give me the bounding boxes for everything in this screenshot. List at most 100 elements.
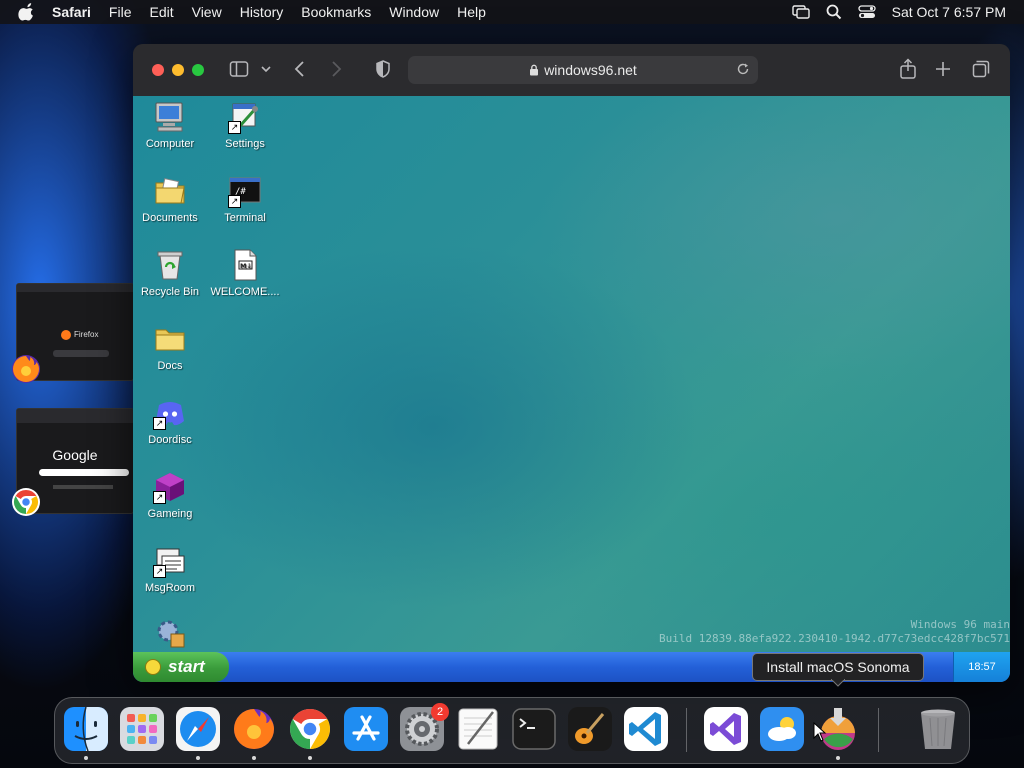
shortcut-arrow-icon: ↗ (153, 565, 166, 578)
menu-window[interactable]: Window (389, 4, 439, 20)
vscode-icon (624, 707, 668, 751)
back-icon[interactable] (293, 59, 307, 79)
garageband-guitar-icon (568, 707, 612, 751)
desktop-icon-label: Terminal (224, 212, 266, 224)
desktop-icon-msgroom[interactable]: ↗ MsgRoom (133, 544, 208, 594)
minimize-window-button[interactable] (172, 64, 184, 76)
start-button[interactable]: start (133, 652, 229, 682)
zoom-window-button[interactable] (192, 64, 204, 76)
share-icon[interactable] (899, 58, 917, 80)
build-line-1: Windows 96 main (910, 618, 1010, 631)
desktop-icon-label: Recycle Bin (140, 286, 200, 298)
safari-icon (176, 707, 220, 751)
app-store-icon (344, 707, 388, 751)
menu-app-name[interactable]: Safari (52, 4, 91, 20)
dock-finder[interactable] (63, 706, 109, 752)
close-window-button[interactable] (152, 64, 164, 76)
start-label: start (168, 657, 205, 676)
menu-clock[interactable]: Sat Oct 7 6:57 PM (892, 4, 1006, 20)
tab-overview-icon[interactable] (972, 60, 990, 78)
spotlight-search-icon[interactable] (826, 4, 842, 20)
dock-trash[interactable] (915, 706, 961, 752)
shortcut-arrow-icon: ↗ (153, 417, 166, 430)
chrome-app-icon[interactable] (11, 487, 41, 517)
desktop-icon-computer[interactable]: Computer (133, 100, 208, 150)
chrome-icon (290, 709, 330, 749)
shortcut-arrow-icon: ↗ (228, 121, 241, 134)
smiley-icon (145, 659, 161, 675)
dock-visual-studio[interactable] (703, 706, 749, 752)
dock-separator (878, 708, 879, 752)
menu-edit[interactable]: Edit (149, 4, 173, 20)
desktop-icon-terminal[interactable]: /# ↗ Terminal (207, 174, 283, 224)
weather-icon (760, 707, 804, 751)
firefox-thumb-label: Firefox (74, 330, 99, 339)
privacy-shield-icon[interactable] (375, 59, 391, 79)
menu-file[interactable]: File (109, 4, 132, 20)
dock-garageband[interactable] (567, 706, 613, 752)
dock: 2 (54, 697, 970, 764)
dock-terminal[interactable] (511, 706, 557, 752)
firefox-mini-icon (61, 330, 71, 340)
desktop-icon-documents[interactable]: Documents (133, 174, 208, 224)
sidebar-icon[interactable] (229, 59, 249, 79)
terminal-app-icon (512, 708, 556, 750)
notification-badge: 2 (431, 703, 449, 721)
build-watermark: Windows 96 main Build 12839.88efa922.230… (659, 618, 1010, 646)
desktop-icon-recycle-bin[interactable]: Recycle Bin (133, 248, 208, 298)
settings-gear-app-icon (157, 620, 185, 648)
markdown-file-icon: M↓ (234, 249, 257, 281)
desktop-icon-label: Doordisc (148, 434, 192, 446)
control-center-icon[interactable] (857, 5, 876, 19)
screen-mirroring-icon[interactable] (791, 5, 810, 19)
tooltip-arrow (831, 679, 845, 687)
menu-history[interactable]: History (240, 4, 284, 20)
desktop-icon-partial[interactable] (133, 616, 208, 654)
new-tab-icon[interactable] (935, 61, 951, 77)
menu-view[interactable]: View (192, 4, 222, 20)
dock-launchpad[interactable] (119, 706, 165, 752)
address-bar[interactable]: windows96.net (408, 56, 758, 84)
running-indicator (308, 756, 312, 760)
menu-help[interactable]: Help (457, 4, 486, 20)
dock-firefox[interactable] (231, 706, 277, 752)
apple-icon[interactable] (18, 3, 36, 21)
dock-app-store[interactable] (343, 706, 389, 752)
chevron-down-icon[interactable] (261, 65, 271, 73)
taskbar-clock[interactable]: 18:57 (953, 652, 1010, 682)
lock-icon (530, 64, 539, 76)
dock-weather[interactable] (759, 706, 805, 752)
computer-icon (155, 102, 183, 132)
desktop-icon-label: MsgRoom (144, 582, 196, 594)
running-indicator (252, 756, 256, 760)
desktop-icon-gameing[interactable]: ↗ Gameing (133, 470, 208, 520)
dock-chrome[interactable] (287, 706, 333, 752)
desktop-icon-label: Gameing (147, 508, 193, 520)
dock-safari[interactable] (175, 706, 221, 752)
firefox-app-icon[interactable] (11, 354, 41, 384)
recycle-bin-icon (157, 251, 183, 280)
shortcut-arrow-icon: ↗ (228, 195, 241, 208)
textedit-icon (458, 708, 498, 750)
desktop-icon-doordisc[interactable]: ↗ Doordisc (133, 396, 208, 446)
windows96-desktop: Computer Documents Recycle Bin Docs ↗ Do… (133, 96, 1010, 682)
desktop-icon-label: Settings (225, 138, 265, 150)
reload-icon[interactable] (736, 62, 750, 76)
desktop-icon-docs[interactable]: Docs (133, 322, 208, 372)
url-text: windows96.net (544, 62, 637, 78)
desktop-icon-label: Documents (142, 212, 198, 224)
menu-bar: Safari File Edit View History Bookmarks … (0, 0, 1024, 24)
safari-window: windows96.net Computer Documents Recycle… (133, 44, 1010, 682)
trash-icon (921, 709, 955, 749)
desktop-icon-welcome[interactable]: M↓ WELCOME.... (207, 248, 283, 298)
forward-icon[interactable] (329, 59, 343, 79)
visual-studio-icon (704, 707, 748, 751)
shortcut-arrow-icon: ↗ (153, 491, 166, 504)
menu-bookmarks[interactable]: Bookmarks (301, 4, 371, 20)
running-indicator (84, 756, 88, 760)
desktop-icon-label: WELCOME.... (210, 286, 280, 298)
desktop-icon-settings[interactable]: ↗ Settings (207, 100, 283, 150)
svg-text:M↓: M↓ (240, 262, 252, 270)
dock-textedit[interactable] (455, 706, 501, 752)
dock-vscode[interactable] (623, 706, 669, 752)
